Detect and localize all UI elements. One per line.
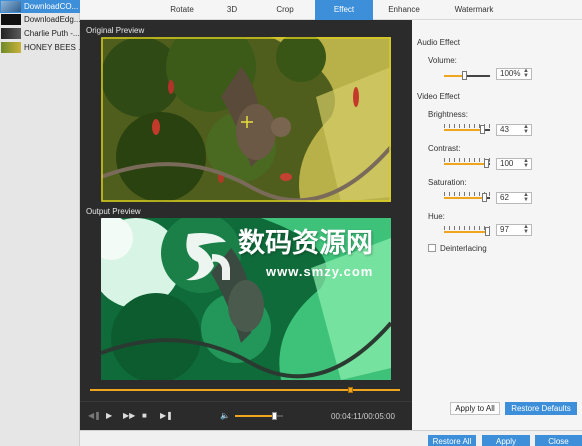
play-icon[interactable]: ▶ <box>106 411 112 421</box>
edit-tabs: Rotate 3D Crop Effect Enhance Watermark <box>80 0 582 20</box>
apply-button[interactable]: Apply <box>482 435 530 446</box>
playback-volume-slider[interactable] <box>235 412 283 420</box>
watermark-url: www.smzy.com <box>266 264 374 279</box>
output-preview-video: 数码资源网 www.smzy.com <box>101 218 391 380</box>
tab-watermark[interactable]: Watermark <box>442 0 506 20</box>
fast-forward-icon[interactable]: ▶▶ <box>123 411 135 421</box>
video-thumbnail <box>1 1 21 12</box>
volume-label: Volume: <box>428 56 457 65</box>
contrast-value: 100 <box>500 159 514 168</box>
playback-controls: ◀❚ ▶ ▶▶ ■ ▶❚ 🔈 00:04:11/00:05:00 <box>80 401 412 430</box>
video-thumbnail <box>1 42 21 53</box>
playback-volume-knob[interactable] <box>272 412 277 420</box>
saturation-input[interactable]: 62 ▲ ▼ <box>496 192 532 204</box>
watermark-text-cn: 数码资源网 <box>238 228 373 258</box>
spinner-arrows-icon[interactable]: ▲ ▼ <box>523 192 529 203</box>
skip-end-icon[interactable]: ▶❚ <box>160 411 173 421</box>
hue-slider[interactable] <box>444 226 490 236</box>
tab-effect[interactable]: Effect <box>315 0 373 20</box>
progress-track <box>90 389 400 391</box>
tab-crop[interactable]: Crop <box>261 0 309 20</box>
file-item-4[interactable]: HONEY BEES ... <box>0 41 80 54</box>
deinterlacing-label: Deinterlacing <box>440 244 487 253</box>
deinterlacing-checkbox[interactable] <box>428 244 436 252</box>
brightness-value: 43 <box>500 125 509 134</box>
brightness-slider[interactable] <box>444 124 490 134</box>
progress-knob[interactable] <box>348 387 353 393</box>
file-name: DownloadEdg... <box>24 15 80 24</box>
volume-knob[interactable] <box>462 71 467 80</box>
progress-slider[interactable] <box>90 387 400 393</box>
saturation-value: 62 <box>500 193 509 202</box>
video-effect-heading: Video Effect <box>417 92 460 101</box>
restore-defaults-button[interactable]: Restore Defaults <box>505 402 577 415</box>
skip-back-icon[interactable]: ◀❚ <box>88 411 101 421</box>
brightness-input[interactable]: 43 ▲ ▼ <box>496 124 532 136</box>
file-item-1[interactable]: DownloadCO... <box>0 0 80 13</box>
audio-effect-heading: Audio Effect <box>417 38 460 47</box>
saturation-knob[interactable] <box>482 193 487 202</box>
contrast-slider[interactable] <box>444 158 490 168</box>
contrast-input[interactable]: 100 ▲ ▼ <box>496 158 532 170</box>
dialog-footer: Restore All Apply Close <box>80 430 582 446</box>
speaker-icon[interactable]: 🔈 <box>220 411 230 421</box>
hue-value: 97 <box>500 225 509 234</box>
file-name: HONEY BEES ... <box>24 43 80 52</box>
watermark-logo <box>186 233 230 281</box>
video-editor-window: DownloadCO... DownloadEdg... Charlie Put… <box>0 0 582 446</box>
effect-settings-panel: Audio Effect Volume: 100% ▲ ▼ Video Effec… <box>412 20 582 430</box>
file-name: Charlie Puth -... <box>24 29 80 38</box>
contrast-label: Contrast: <box>428 144 461 153</box>
spinner-arrows-icon[interactable]: ▲ ▼ <box>523 68 529 79</box>
video-thumbnail <box>1 14 21 25</box>
close-button[interactable]: Close <box>535 435 582 446</box>
original-frame-image <box>101 37 391 202</box>
spinner-arrows-icon[interactable]: ▲ ▼ <box>523 158 529 169</box>
tab-rotate[interactable]: Rotate <box>156 0 208 20</box>
file-item-3[interactable]: Charlie Puth -... <box>0 27 80 40</box>
hue-label: Hue: <box>428 212 445 221</box>
original-preview-video <box>101 37 391 202</box>
apply-to-all-button[interactable]: Apply to All <box>450 402 500 415</box>
volume-value: 100% <box>500 69 521 78</box>
contrast-knob[interactable] <box>484 159 489 168</box>
volume-slider[interactable] <box>444 70 490 80</box>
file-list: DownloadCO... DownloadEdg... Charlie Put… <box>0 0 80 446</box>
saturation-label: Saturation: <box>428 178 467 187</box>
spinner-arrows-icon[interactable]: ▲ ▼ <box>523 224 529 235</box>
hue-knob[interactable] <box>485 227 490 236</box>
file-name: DownloadCO... <box>24 2 79 11</box>
output-preview-label: Output Preview <box>86 207 141 216</box>
preview-panel: Original Preview Output Preview 数码资源网 ww… <box>80 20 412 430</box>
original-preview-label: Original Preview <box>86 26 145 35</box>
video-thumbnail <box>1 28 21 39</box>
file-item-2[interactable]: DownloadEdg... <box>0 13 80 26</box>
stop-icon[interactable]: ■ <box>142 411 147 421</box>
time-display: 00:04:11/00:05:00 <box>331 412 395 421</box>
volume-input[interactable]: 100% ▲ ▼ <box>496 68 532 80</box>
tab-3d[interactable]: 3D <box>210 0 254 20</box>
spinner-arrows-icon[interactable]: ▲ ▼ <box>523 124 529 135</box>
tab-enhance[interactable]: Enhance <box>378 0 430 20</box>
saturation-slider[interactable] <box>444 192 490 202</box>
brightness-knob[interactable] <box>480 125 485 134</box>
hue-input[interactable]: 97 ▲ ▼ <box>496 224 532 236</box>
brightness-label: Brightness: <box>428 110 469 119</box>
restore-all-button[interactable]: Restore All <box>428 435 476 446</box>
